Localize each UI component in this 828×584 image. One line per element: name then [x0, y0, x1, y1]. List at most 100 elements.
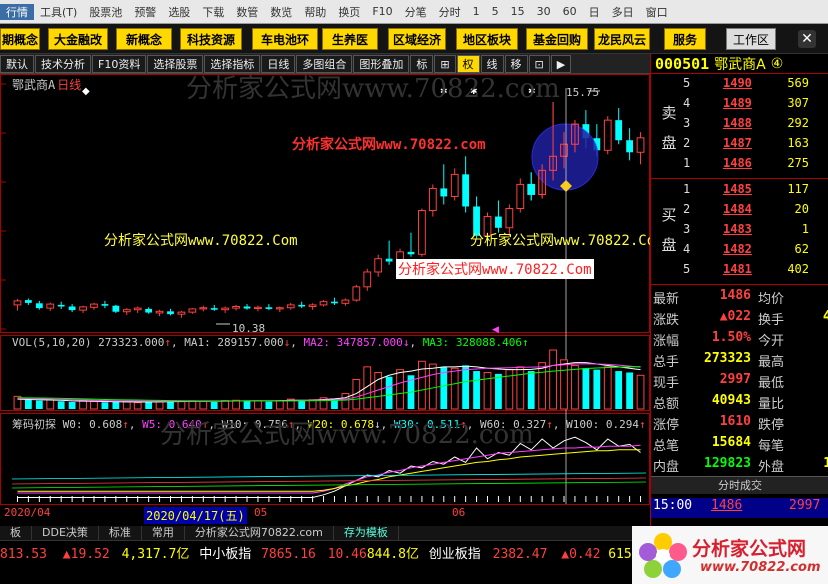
toolbar-button-2[interactable]: F10资料 [92, 54, 147, 73]
block-button-0[interactable]: 期概念 [0, 28, 40, 50]
menu-item-2[interactable]: 股票池 [83, 4, 128, 20]
candle-body [210, 308, 218, 310]
tab-2[interactable]: 标准 [99, 526, 142, 540]
trade-header[interactable]: 分时成交 [651, 476, 828, 494]
menu-item-6[interactable]: 数管 [230, 4, 264, 20]
candle-body [352, 286, 361, 301]
stock-code: 000501 [655, 54, 710, 73]
block-button-2[interactable]: 新概念 [116, 28, 172, 50]
tab-5[interactable]: 存为模板 [334, 526, 399, 540]
block-button-5[interactable]: 生养医 [322, 28, 378, 50]
stat-row: 涨跌 ▲022 换手 4 [651, 309, 828, 330]
block-button-3[interactable]: 科技资源 [180, 28, 242, 50]
toolbar-button-1[interactable]: 技术分析 [35, 54, 91, 73]
candle-body [615, 120, 623, 141]
tab-4[interactable]: 分析家公式网70822.com [185, 526, 334, 540]
menu-item-3[interactable]: 预警 [128, 4, 162, 20]
buy-price: 1483 [723, 222, 752, 236]
candle-body [527, 183, 536, 195]
sell-volume: 569 [787, 76, 809, 90]
sell-volume: 307 [787, 96, 809, 110]
candle-body [418, 210, 426, 255]
volume-bar [308, 399, 317, 410]
pink-marker: ◀ [492, 325, 499, 335]
toolbar-button-0[interactable]: 默认 [0, 54, 34, 73]
block-button-10[interactable]: 服务 [664, 28, 706, 50]
menu-item-15[interactable]: 15 [505, 5, 531, 18]
volume-bar [210, 401, 218, 409]
candle-body [167, 311, 174, 315]
close-icon[interactable]: ✕ [798, 30, 816, 48]
block-button-8[interactable]: 基金回购 [526, 28, 588, 50]
chip-ref-line [11, 472, 647, 480]
menu-item-1[interactable]: 工具(T) [34, 4, 83, 20]
candle-body [495, 216, 502, 228]
stat-label-2: 跌停 [758, 418, 785, 433]
volume-bar [571, 364, 579, 410]
menu-item-0[interactable]: 行情 [0, 3, 34, 20]
menu-item-5[interactable]: 下载 [196, 4, 230, 20]
stat-value: ▲022 [719, 309, 751, 324]
tab-1[interactable]: DDE决策 [32, 526, 99, 540]
buy-volume: 62 [794, 242, 809, 256]
stat-label: 内盘 [653, 460, 680, 475]
buy-price: 1484 [723, 202, 752, 216]
menu-item-7[interactable]: 数览 [264, 4, 298, 20]
volume-bar [199, 400, 208, 410]
candle-body [440, 188, 448, 197]
block-button-7[interactable]: 地区板块 [456, 28, 518, 50]
k-line-chart[interactable]: ◆ ✱ ✱ ✱ ◀ 鄂武商A 日线 分析家公式网www.70822.com 分析家公式网w… [0, 74, 664, 526]
block-button-4[interactable]: 车电池环 [252, 28, 318, 50]
menu-item-10[interactable]: F10 [366, 5, 398, 18]
menu-item-4[interactable]: 选股 [162, 4, 196, 20]
block-button-6[interactable]: 区域经济 [388, 28, 446, 50]
sell-volume: 275 [787, 156, 809, 170]
index2-change: 10.46 [327, 547, 367, 562]
stat-row: 涨停 1610 跌停 [651, 414, 828, 435]
block-button-1[interactable]: 大金融改 [48, 28, 108, 50]
volume-bar [615, 371, 623, 409]
logo-text: 分析家公式网 [692, 538, 807, 560]
menu-item-8[interactable]: 帮助 [298, 4, 332, 20]
menu-item-18[interactable]: 日 [583, 4, 606, 20]
promo-yellow-right: 分析家公式网www.70822.Com [470, 233, 664, 249]
menu-item-13[interactable]: 1 [467, 5, 486, 18]
chip-w100: 0.294 [605, 418, 639, 431]
tab-3[interactable]: 常用 [142, 526, 185, 540]
stat-value: 1486 [719, 288, 751, 303]
workspace-button[interactable]: 工作区 [726, 28, 776, 50]
menu-item-19[interactable]: 多日 [606, 4, 640, 20]
candle-body [319, 301, 328, 306]
tab-0[interactable]: 板 [0, 526, 32, 540]
candle-body [407, 251, 415, 255]
menu-item-16[interactable]: 30 [531, 5, 557, 18]
volume-ma-line [17, 366, 641, 402]
block-button-9[interactable]: 龙民风云 [594, 28, 650, 50]
candle-body [133, 307, 142, 311]
menu-item-9[interactable]: 换页 [332, 4, 366, 20]
candle-body [363, 271, 372, 288]
index3-change: ▲0.42 [561, 547, 601, 562]
menu-item-17[interactable]: 60 [557, 5, 583, 18]
menu-item-12[interactable]: 分时 [433, 4, 467, 20]
flower-logo-icon [639, 533, 687, 578]
volume-bar [25, 399, 32, 409]
sell-row: 3 1488 292 [651, 116, 828, 136]
stat-row: 总笔 15684 每笔 [651, 435, 828, 456]
stat-label-2: 今开 [758, 334, 785, 349]
volume-bar [265, 401, 273, 409]
candle-body [265, 307, 273, 309]
stock-name-panel: 鄂武商A [714, 56, 766, 73]
vol-indicator-header: VOL(5,10,20) 273323.000↑, MA1: 289157.00… [12, 336, 529, 349]
volume-bar [341, 393, 350, 410]
sell-level: 2 [683, 136, 691, 150]
menu-item-14[interactable]: 5 [486, 5, 505, 18]
candle-body [25, 300, 32, 303]
sell-row: 5 1490 569 [651, 76, 828, 96]
menu-item-20[interactable]: 窗口 [640, 4, 674, 20]
candle-body [254, 306, 262, 310]
candle-body [188, 308, 197, 313]
candle-body [505, 208, 514, 229]
volume-bar [122, 401, 131, 410]
menu-item-11[interactable]: 分笔 [399, 4, 433, 20]
